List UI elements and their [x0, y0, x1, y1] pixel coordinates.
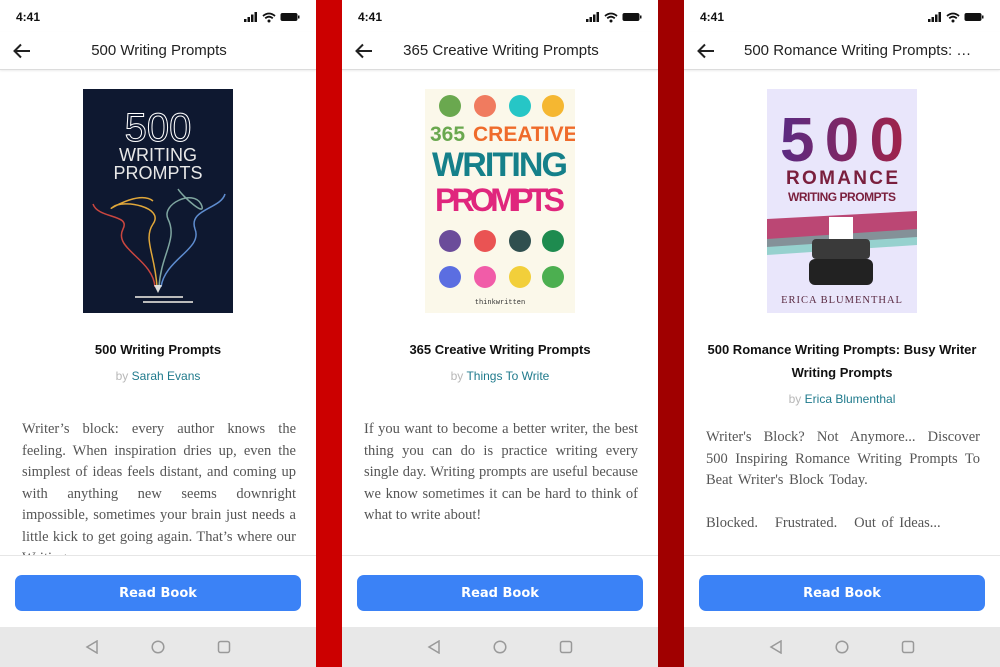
cover-text: ROMANCE — [786, 168, 898, 189]
back-nav-icon — [85, 640, 98, 654]
author-link[interactable]: Sarah Evans — [132, 369, 201, 383]
book-title: 365 Creative Writing Prompts — [409, 342, 591, 357]
nav-home-button[interactable] — [148, 637, 168, 657]
status-time: 4:41 — [700, 10, 725, 24]
author-link[interactable]: Things To Write — [466, 369, 549, 383]
nav-back-button[interactable] — [424, 637, 444, 657]
cover-text: WRITING PROMPTS — [788, 190, 896, 204]
read-book-button[interactable]: Read Book — [699, 575, 985, 611]
cover-text: WRITING — [432, 146, 568, 184]
read-book-button[interactable]: Read Book — [15, 575, 301, 611]
app-bar: 365 Creative Writing Prompts — [342, 32, 658, 70]
nav-recents-button[interactable] — [556, 637, 576, 657]
battery-icon — [280, 13, 300, 21]
cover-text: 500 — [125, 106, 192, 150]
wifi-icon — [946, 12, 960, 22]
book-cover: 500 ROMANCE WRITING PROMPTS ERICA BLUMEN… — [767, 89, 917, 313]
description-paragraph: Blocked. Frustrated. Out of Ideas... — [706, 515, 941, 531]
screenshot-divider — [316, 0, 342, 667]
phone-screen-365-creative-writing-prompts: 4:41 365 Creative Writing Prompts 365 CR… — [342, 0, 658, 667]
system-nav-bar — [342, 627, 658, 667]
description-paragraph: Writer's Block? Not Anymore... Discover … — [706, 429, 980, 488]
status-bar: 4:41 — [342, 0, 658, 32]
description-paragraph: Writer’s block: every author knows the f… — [22, 421, 296, 555]
battery-icon — [622, 13, 642, 21]
by-label: by — [450, 369, 464, 383]
back-button[interactable] — [344, 32, 384, 70]
wifi-icon — [262, 12, 276, 22]
back-nav-icon — [769, 640, 782, 654]
cover-text: thinkwritten — [475, 299, 525, 307]
screenshot-divider — [658, 0, 684, 667]
nav-home-button[interactable] — [490, 637, 510, 657]
action-bar: Read Book — [342, 555, 658, 627]
cover-text: CREATIVE — [473, 123, 575, 146]
cover-text: 365 — [430, 123, 465, 146]
recents-nav-icon — [217, 640, 231, 654]
signal-icon — [586, 12, 599, 22]
byline: by Things To Write — [342, 369, 658, 383]
page-title: 500 Writing Prompts — [91, 42, 227, 59]
back-button[interactable] — [2, 32, 42, 70]
home-nav-icon — [151, 640, 165, 654]
book-title: 500 Writing Prompts — [94, 342, 222, 357]
action-bar: Read Book — [0, 555, 316, 627]
signal-icon — [928, 12, 941, 22]
page-title: 500 Romance Writing Prompts: … — [744, 42, 972, 59]
read-book-button[interactable]: Read Book — [357, 575, 643, 611]
wifi-icon — [604, 12, 618, 22]
cover-text: PROMPTS — [435, 182, 565, 218]
signal-icon — [244, 12, 257, 22]
app-bar: 500 Writing Prompts — [0, 32, 316, 70]
book-cover: 365 CREATIVE WRITING PROMPTS thinkwritte… — [425, 89, 575, 313]
book-cover: 500 WRITING PROMPTS — [83, 89, 233, 313]
status-bar: 4:41 — [0, 0, 316, 32]
phone-screen-500-romance-writing-prompts: 4:41 500 Romance Writing Prompts: … 500 … — [684, 0, 1000, 667]
book-description: If you want to become a better writer, t… — [364, 419, 638, 555]
cover-text: ERICA BLUMENTHAL — [781, 295, 903, 306]
author-link[interactable]: Erica Blumenthal — [805, 392, 896, 406]
book-description: Writer’s block: every author knows the f… — [22, 419, 296, 555]
nav-recents-button[interactable] — [898, 637, 918, 657]
action-bar: Read Book — [684, 555, 1000, 627]
book-title: 500 Romance Writing Prompts: Busy Writer… — [707, 342, 977, 380]
cover-text: WRITING — [119, 145, 197, 165]
page-title: 365 Creative Writing Prompts — [403, 42, 599, 59]
recents-nav-icon — [901, 640, 915, 654]
status-time: 4:41 — [16, 10, 41, 24]
book-description: Writer's Block? Not Anymore... Discover … — [706, 427, 980, 555]
back-nav-icon — [427, 640, 440, 654]
home-nav-icon — [835, 640, 849, 654]
arrow-left-icon — [355, 43, 372, 58]
system-nav-bar — [684, 627, 1000, 667]
status-time: 4:41 — [358, 10, 383, 24]
cover-text: PROMPTS — [113, 163, 202, 183]
byline: by Erica Blumenthal — [684, 392, 1000, 406]
battery-icon — [964, 13, 984, 21]
app-bar: 500 Romance Writing Prompts: … — [684, 32, 1000, 70]
system-nav-bar — [0, 627, 316, 667]
by-label: by — [115, 369, 129, 383]
home-nav-icon — [493, 640, 507, 654]
status-bar: 4:41 — [684, 0, 1000, 32]
arrow-left-icon — [13, 43, 30, 58]
back-button[interactable] — [686, 32, 726, 70]
description-paragraph: If you want to become a better writer, t… — [364, 421, 638, 523]
arrow-left-icon — [697, 43, 714, 58]
nav-back-button[interactable] — [82, 637, 102, 657]
nav-recents-button[interactable] — [214, 637, 234, 657]
recents-nav-icon — [559, 640, 573, 654]
cover-text: 500 — [780, 106, 904, 175]
byline: by Sarah Evans — [0, 369, 316, 383]
nav-back-button[interactable] — [766, 637, 786, 657]
phone-screen-500-writing-prompts: 4:41 500 Writing Prompts 500 WRITING PRO… — [0, 0, 316, 667]
by-label: by — [788, 392, 802, 406]
nav-home-button[interactable] — [832, 637, 852, 657]
